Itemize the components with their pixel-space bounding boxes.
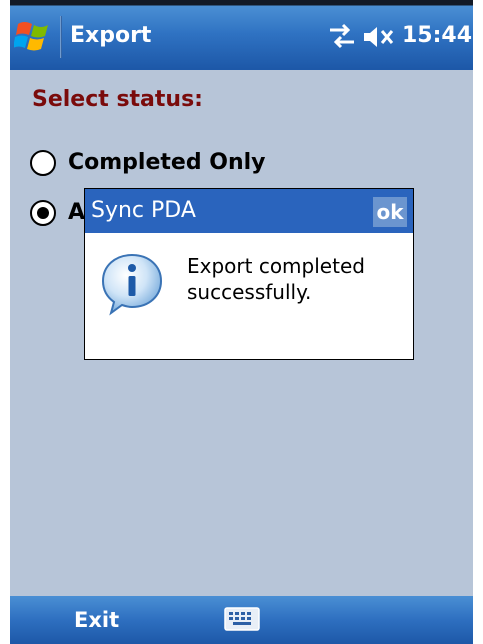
info-icon xyxy=(99,251,165,317)
radio-button-all[interactable] xyxy=(30,200,56,226)
message-dialog: Sync PDA ok Export completed successfull… xyxy=(84,188,414,360)
keyboard-icon[interactable] xyxy=(224,606,260,632)
menu-bar: Exit xyxy=(10,596,473,644)
connectivity-icon[interactable] xyxy=(326,22,358,50)
clock[interactable]: 15:44 xyxy=(402,22,472,50)
dialog-message: Export completed successfully. xyxy=(187,254,365,304)
title-bar: Export 15:44 xyxy=(10,0,473,70)
main-content: Select status: Completed Only A Sync PDA… xyxy=(10,70,473,596)
device-screen: Export 15:44 Select status: Completed On… xyxy=(10,0,473,644)
dialog-title-bar: Sync PDA ok xyxy=(85,189,413,233)
ok-button[interactable]: ok xyxy=(373,197,407,227)
radio-label-all: A xyxy=(68,200,86,225)
exit-softkey[interactable]: Exit xyxy=(74,606,119,634)
radio-button-completed-only[interactable] xyxy=(30,150,56,176)
app-title: Export xyxy=(70,23,152,48)
radio-selected-dot xyxy=(37,207,49,219)
status-heading: Select status: xyxy=(32,87,203,112)
radio-label-completed-only: Completed Only xyxy=(68,150,266,175)
volume-muted-icon[interactable] xyxy=(362,24,396,50)
windows-start-icon[interactable] xyxy=(13,16,58,56)
dialog-title: Sync PDA xyxy=(91,198,196,223)
title-separator xyxy=(60,16,62,58)
